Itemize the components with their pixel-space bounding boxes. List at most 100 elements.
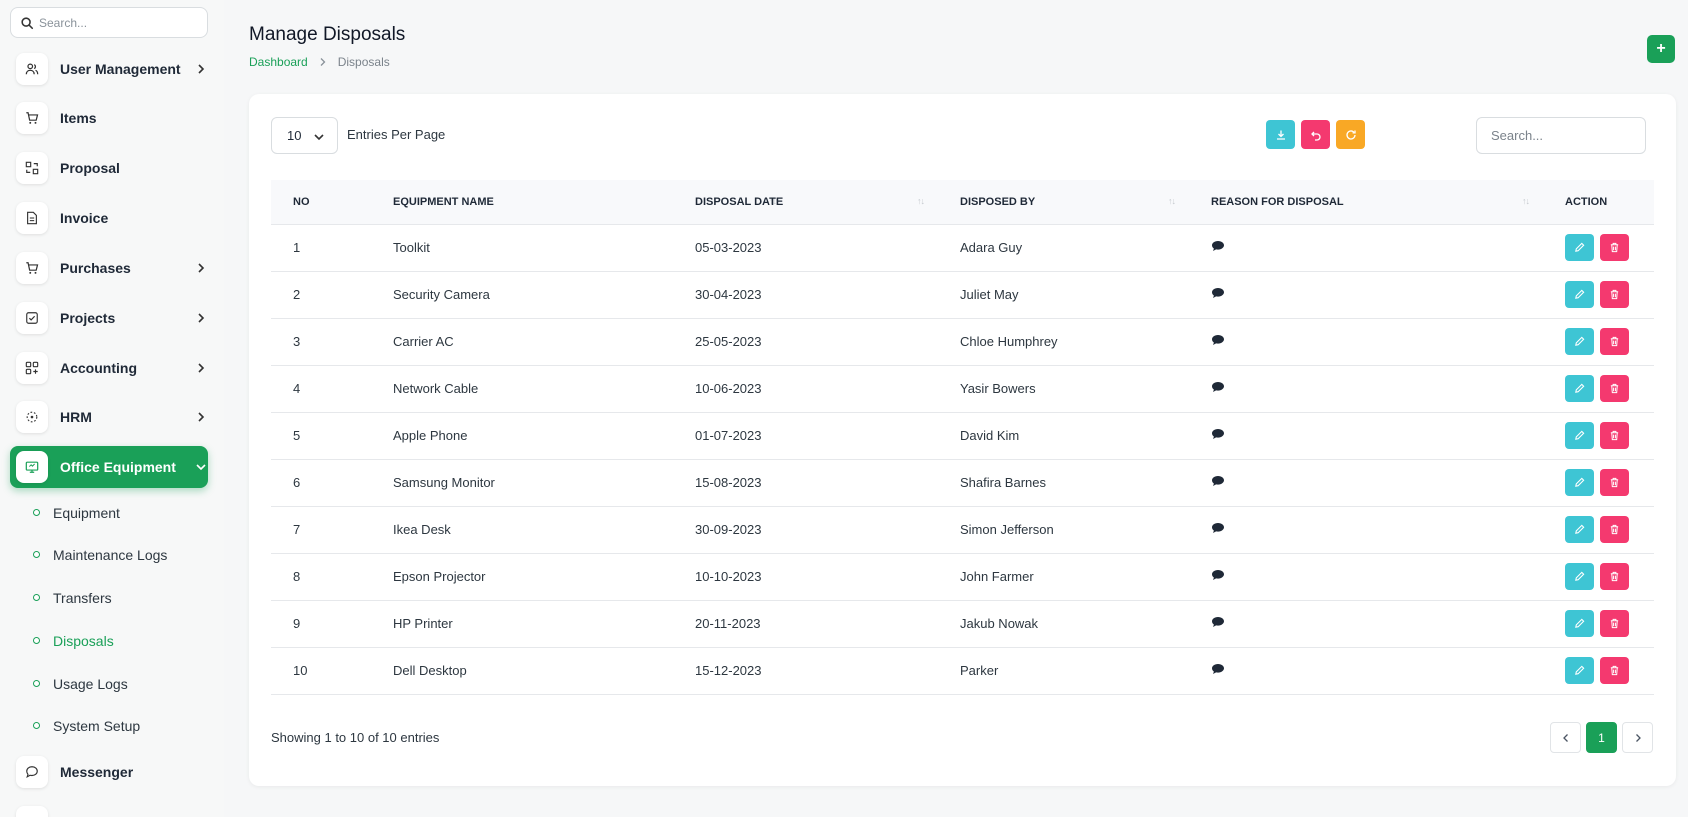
pencil-icon (1575, 665, 1585, 675)
sidebar-subitem-disposals[interactable]: Disposals (53, 633, 114, 649)
comment-icon[interactable] (1211, 428, 1225, 440)
refresh-button[interactable] (1336, 120, 1365, 149)
breadcrumb-dashboard-link[interactable]: Dashboard (249, 55, 308, 69)
sort-icon[interactable]: ↑↓ (1168, 196, 1176, 206)
delete-button[interactable] (1600, 281, 1629, 308)
sidebar-item-partial[interactable] (10, 801, 208, 817)
sidebar-item-purchases[interactable]: Purchases (10, 247, 208, 289)
delete-button[interactable] (1600, 234, 1629, 261)
delete-button[interactable] (1600, 375, 1629, 402)
edit-button[interactable] (1565, 422, 1594, 449)
comment-icon[interactable] (1211, 616, 1225, 628)
cell-no: 9 (293, 616, 301, 631)
trash-icon (1610, 665, 1619, 676)
delete-button[interactable] (1600, 610, 1629, 637)
sidebar-item-invoice[interactable]: Invoice (10, 197, 208, 239)
cell-disposed-by: Adara Guy (960, 240, 1023, 255)
cart-icon (16, 252, 48, 284)
export-button[interactable] (1266, 120, 1295, 149)
table-search-input[interactable] (1476, 117, 1646, 154)
column-header-no[interactable]: NO (271, 180, 371, 225)
sidebar-item-proposal[interactable]: Proposal (10, 147, 208, 189)
pencil-icon (1575, 618, 1585, 628)
cell-action (1543, 600, 1654, 647)
column-header-disposal-date[interactable]: DISPOSAL DATE ↑↓ (673, 180, 938, 225)
chevron-right-icon (198, 64, 205, 74)
delete-button[interactable] (1600, 657, 1629, 684)
entries-per-page-select[interactable]: 10 (271, 117, 338, 154)
grid-plus-icon (16, 352, 48, 384)
sidebar-item-user-management[interactable]: User Management (10, 48, 208, 90)
comment-icon[interactable] (1211, 287, 1225, 299)
sidebar-subitem-system-setup[interactable]: System Setup (53, 718, 140, 734)
sidebar-subitem-usage-logs[interactable]: Usage Logs (53, 676, 128, 692)
sidebar-item-accounting[interactable]: Accounting (10, 347, 208, 389)
sidebar-item-items[interactable]: Items (10, 97, 208, 139)
trash-icon (1610, 571, 1619, 582)
sort-icon[interactable]: ↑↓ (917, 196, 925, 206)
column-header-action: ACTION (1543, 180, 1654, 225)
cell-disposal-date: 30-04-2023 (695, 287, 762, 302)
sidebar-item-hrm[interactable]: HRM (10, 396, 208, 438)
cell-no: 10 (293, 663, 308, 678)
edit-button[interactable] (1565, 516, 1594, 543)
pagination-page-button[interactable]: 1 (1586, 722, 1617, 753)
pencil-icon (1575, 336, 1585, 346)
undo-button[interactable] (1301, 120, 1330, 149)
edit-button[interactable] (1565, 375, 1594, 402)
add-disposal-button[interactable]: + (1647, 35, 1675, 63)
cell-action (1543, 459, 1654, 506)
edit-button[interactable] (1565, 234, 1594, 261)
comment-icon[interactable] (1211, 663, 1225, 675)
pencil-icon (1575, 289, 1585, 299)
sidebar-subitem-equipment[interactable]: Equipment (53, 505, 120, 521)
cell-reason (1189, 506, 1543, 553)
delete-button[interactable] (1600, 422, 1629, 449)
edit-button[interactable] (1565, 281, 1594, 308)
pagination-prev-button[interactable] (1550, 722, 1581, 753)
sidebar-item-messenger[interactable]: Messenger (10, 751, 208, 793)
pagination-next-button[interactable] (1622, 722, 1653, 753)
edit-button[interactable] (1565, 469, 1594, 496)
cell-no: 8 (293, 569, 301, 584)
sidebar-item-projects[interactable]: Projects (10, 297, 208, 339)
sidebar-item-label: HRM (60, 409, 92, 425)
column-header-equipment-name[interactable]: EQUIPMENT NAME ↑↓ (371, 180, 777, 225)
comment-icon[interactable] (1211, 475, 1225, 487)
comment-icon[interactable] (1211, 240, 1225, 252)
cell-no: 7 (293, 522, 301, 537)
sidebar-item-office-equipment[interactable]: Office Equipment (10, 446, 208, 488)
bullet-icon (33, 680, 40, 687)
column-header-disposed-by[interactable]: DISPOSED BY ↑↓ (938, 180, 1189, 225)
delete-button[interactable] (1600, 563, 1629, 590)
edit-button[interactable] (1565, 328, 1594, 355)
delete-button[interactable] (1600, 469, 1629, 496)
cell-action (1543, 506, 1654, 553)
page-title: Manage Disposals (249, 24, 406, 45)
pagination-summary: Showing 1 to 10 of 10 entries (271, 730, 440, 745)
edit-button[interactable] (1565, 610, 1594, 637)
cell-disposal-date: 15-08-2023 (695, 475, 762, 490)
edit-button[interactable] (1565, 563, 1594, 590)
edit-button[interactable] (1565, 657, 1594, 684)
cell-no: 6 (293, 475, 301, 490)
column-header-reason[interactable]: REASON FOR DISPOSAL ↑↓ (1189, 180, 1543, 225)
sidebar-search-placeholder: Search... (39, 15, 88, 30)
column-header-label: EQUIPMENT NAME (393, 195, 494, 208)
delete-button[interactable] (1600, 328, 1629, 355)
comment-icon[interactable] (1211, 522, 1225, 534)
sidebar-subitem-maintenance-logs[interactable]: Maintenance Logs (53, 547, 167, 563)
comment-icon[interactable] (1211, 334, 1225, 346)
sidebar-search-input[interactable]: Search... (10, 7, 208, 38)
cell-reason (1189, 271, 1543, 318)
comment-icon[interactable] (1211, 381, 1225, 393)
cell-disposed-by: David Kim (960, 428, 1020, 443)
trash-icon (1610, 383, 1619, 394)
download-icon (1276, 130, 1285, 140)
delete-button[interactable] (1600, 516, 1629, 543)
sort-icon[interactable]: ↑↓ (1522, 196, 1530, 206)
cell-disposed-by: Jakub Nowak (960, 616, 1039, 631)
cell-disposed-by: Chloe Humphrey (960, 334, 1058, 349)
sidebar-subitem-transfers[interactable]: Transfers (53, 590, 112, 606)
comment-icon[interactable] (1211, 569, 1225, 581)
